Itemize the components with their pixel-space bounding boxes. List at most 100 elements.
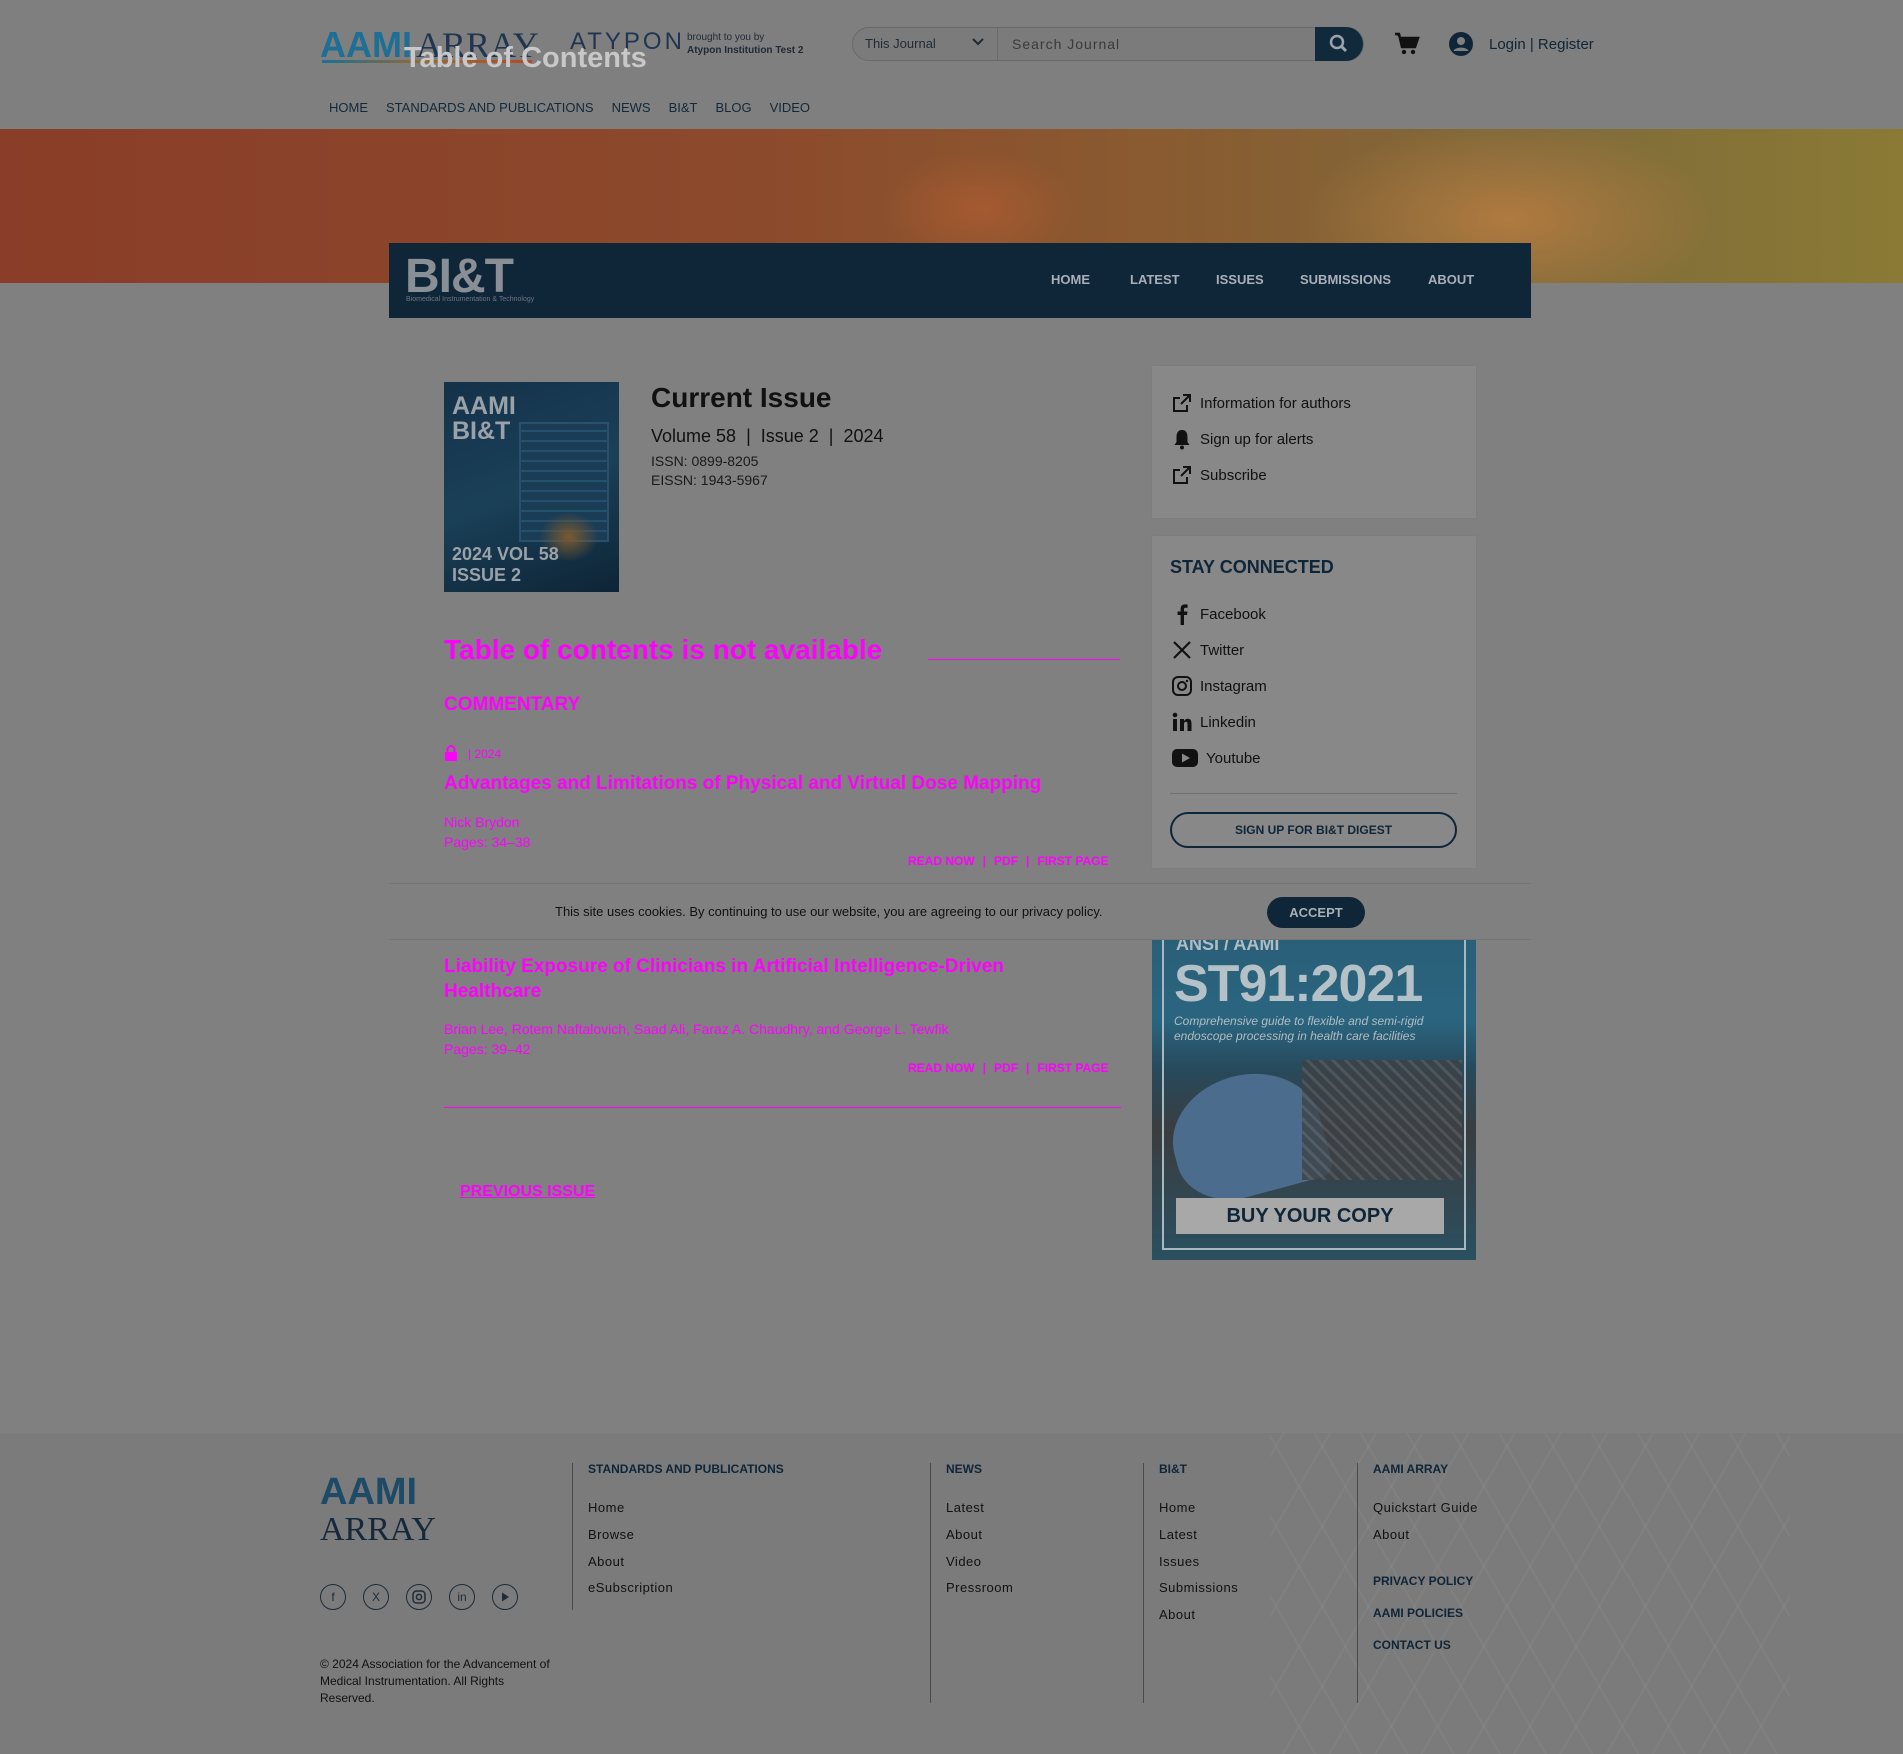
ad-endoscope-image (1302, 1060, 1462, 1180)
pdf-link[interactable]: PDF (994, 1061, 1018, 1075)
privacy-policy-link[interactable]: PRIVACY POLICY (1373, 1574, 1473, 1588)
journal-nav-issues[interactable]: ISSUES (1216, 272, 1264, 287)
footer-logo-aami: AAMI (320, 1471, 418, 1513)
facebook-link[interactable]: Facebook (1170, 602, 1266, 626)
cart-icon[interactable] (1393, 30, 1421, 62)
first-page-link[interactable]: FIRST PAGE (1037, 1061, 1108, 1075)
first-page-link[interactable]: FIRST PAGE (1037, 854, 1108, 868)
footer-link-about[interactable]: About (1373, 1527, 1409, 1542)
brought-by-label: brought to you by (687, 32, 765, 43)
copyright: © 2024 Association for the Advancement o… (320, 1657, 550, 1705)
article-author-names[interactable]: Brian Lee, Rotem Naftalovich, Saad Ali, … (444, 1019, 949, 1039)
topnav-home[interactable]: HOME (329, 100, 368, 115)
search-scope-select[interactable]: This Journal (853, 28, 998, 60)
instagram-label: Instagram (1200, 677, 1267, 695)
search-button[interactable] (1315, 27, 1363, 61)
ad-description: Comprehensive guide to flexible and semi… (1174, 1014, 1424, 1043)
journal-nav-about[interactable]: ABOUT (1428, 272, 1474, 287)
logo-aami-text: AAMI (320, 24, 412, 65)
footer-link-home[interactable]: Home (1159, 1500, 1196, 1515)
alerts-link[interactable]: Sign up for alerts (1170, 427, 1313, 451)
institution-info: brought to you by Atypon Institution Tes… (687, 31, 803, 57)
footer-link-quickstart[interactable]: Quickstart Guide (1373, 1500, 1478, 1515)
footer-link-latest[interactable]: Latest (946, 1500, 984, 1515)
footer-linkedin-icon[interactable]: in (449, 1584, 475, 1610)
footer-instagram-icon[interactable] (406, 1584, 432, 1610)
article-authors: Nick Brydon Pages: 34–38 (444, 812, 530, 852)
info-authors-link[interactable]: Information for authors (1170, 391, 1351, 415)
cover-volume: 2024 VOL 58 ISSUE 2 (452, 544, 559, 586)
journal-nav-home[interactable]: HOME (1051, 272, 1090, 287)
facebook-icon (1170, 602, 1194, 626)
subscribe-link[interactable]: Subscribe (1170, 463, 1267, 487)
article-author-names[interactable]: Nick Brydon (444, 812, 530, 832)
footer-youtube-icon[interactable] (492, 1584, 518, 1610)
read-now-link[interactable]: READ NOW (908, 1061, 975, 1075)
divider (928, 659, 1120, 660)
youtube-link[interactable]: Youtube (1170, 746, 1261, 770)
journal-nav-submissions[interactable]: SUBMISSIONS (1300, 272, 1391, 287)
institution-name: Atypon Institution Test 2 (687, 45, 804, 56)
current-issue-title: Current Issue (651, 382, 832, 413)
footer-link-pressroom[interactable]: Pressroom (946, 1580, 1013, 1595)
twitter-link[interactable]: Twitter (1170, 638, 1244, 662)
cookie-message: This site uses cookies. By continuing to… (555, 904, 1103, 919)
article-title-link[interactable]: Liability Exposure of Clinicians in Arti… (444, 954, 1064, 1004)
journal-nav-latest[interactable]: LATEST (1130, 272, 1180, 287)
cover-brand: AAMI BI&T (452, 392, 516, 445)
instagram-icon (1170, 674, 1194, 698)
footer-link-esubscription[interactable]: eSubscription (588, 1580, 673, 1595)
read-now-link[interactable]: READ NOW (908, 854, 975, 868)
cookie-banner: This site uses cookies. By continuing to… (389, 883, 1531, 940)
section-heading: COMMENTARY (444, 694, 581, 715)
topnav-standards[interactable]: STANDARDS AND PUBLICATIONS (386, 100, 594, 115)
linkedin-icon (1170, 710, 1194, 734)
article-pages: Pages: 39–42 (444, 1041, 531, 1057)
bit-journal-logo-subtitle: Biomedical Instrumentation & Technology (406, 296, 535, 303)
article-actions: READ NOW | PDF | FIRST PAGE (908, 854, 1109, 868)
footer-link-submissions[interactable]: Submissions (1159, 1580, 1238, 1595)
contact-us-link[interactable]: CONTACT US (1373, 1638, 1451, 1652)
search-input[interactable] (1000, 28, 1314, 60)
divider (444, 1107, 1121, 1108)
stay-connected-heading: STAY CONNECTED (1170, 557, 1334, 577)
footer-link-browse[interactable]: Browse (588, 1527, 634, 1542)
article-title-link[interactable]: Advantages and Limitations of Physical a… (444, 771, 1064, 796)
article-meta: | 2024 (468, 747, 502, 761)
topnav-video[interactable]: VIDEO (770, 100, 810, 115)
accept-cookies-button[interactable]: ACCEPT (1267, 897, 1365, 928)
instagram-link[interactable]: Instagram (1170, 674, 1267, 698)
footer-link-home[interactable]: Home (588, 1500, 625, 1515)
footer-heading-standards: STANDARDS AND PUBLICATIONS (588, 1462, 784, 1476)
external-link-icon (1170, 463, 1194, 487)
login-register-link[interactable]: Login | Register (1489, 36, 1594, 53)
topnav-blog[interactable]: BLOG (715, 100, 751, 115)
linkedin-link[interactable]: Linkedin (1170, 710, 1256, 734)
footer-aami-array-logo[interactable]: AAMI ARRAY (320, 1473, 436, 1549)
footer-link-issues[interactable]: Issues (1159, 1554, 1200, 1569)
footer-link-about[interactable]: About (588, 1554, 624, 1569)
site-header: AAMI ARRAY ATYPON brought to you by Atypo… (0, 0, 1903, 128)
search-scope-value: This Journal (865, 36, 936, 51)
topnav-news[interactable]: NEWS (612, 100, 651, 115)
aami-policies-link[interactable]: AAMI POLICIES (1373, 1606, 1463, 1620)
footer-link-latest[interactable]: Latest (1159, 1527, 1197, 1542)
search-bar: This Journal (852, 27, 1364, 61)
pdf-link[interactable]: PDF (994, 854, 1018, 868)
footer-link-video[interactable]: Video (946, 1554, 982, 1569)
st91-ad-banner[interactable]: ANSI / AAMI ST91:2021 Comprehensive guid… (1152, 940, 1476, 1260)
user-account-icon[interactable] (1447, 30, 1475, 62)
footer-link-about[interactable]: About (946, 1527, 982, 1542)
footer-link-about[interactable]: About (1159, 1607, 1195, 1622)
subscribe-label: Subscribe (1200, 466, 1267, 484)
buy-copy-button[interactable]: BUY YOUR COPY (1176, 1198, 1444, 1234)
issue-cover-image[interactable]: AAMI BI&T 2024 VOL 58 ISSUE 2 (444, 382, 619, 592)
ad-standard: ST91:2021 (1174, 955, 1423, 1013)
top-navigation: HOME STANDARDS AND PUBLICATIONS NEWS BI&T BL… (329, 100, 828, 115)
digest-signup-button[interactable]: SIGN UP FOR BI&T DIGEST (1170, 812, 1457, 848)
footer-pattern (1270, 1433, 1790, 1754)
footer-facebook-icon[interactable]: f (320, 1584, 346, 1610)
topnav-bit[interactable]: BI&T (669, 100, 698, 115)
footer-x-twitter-icon[interactable]: X (363, 1584, 389, 1610)
previous-issue-link[interactable]: PREVIOUS ISSUE (460, 1183, 595, 1201)
